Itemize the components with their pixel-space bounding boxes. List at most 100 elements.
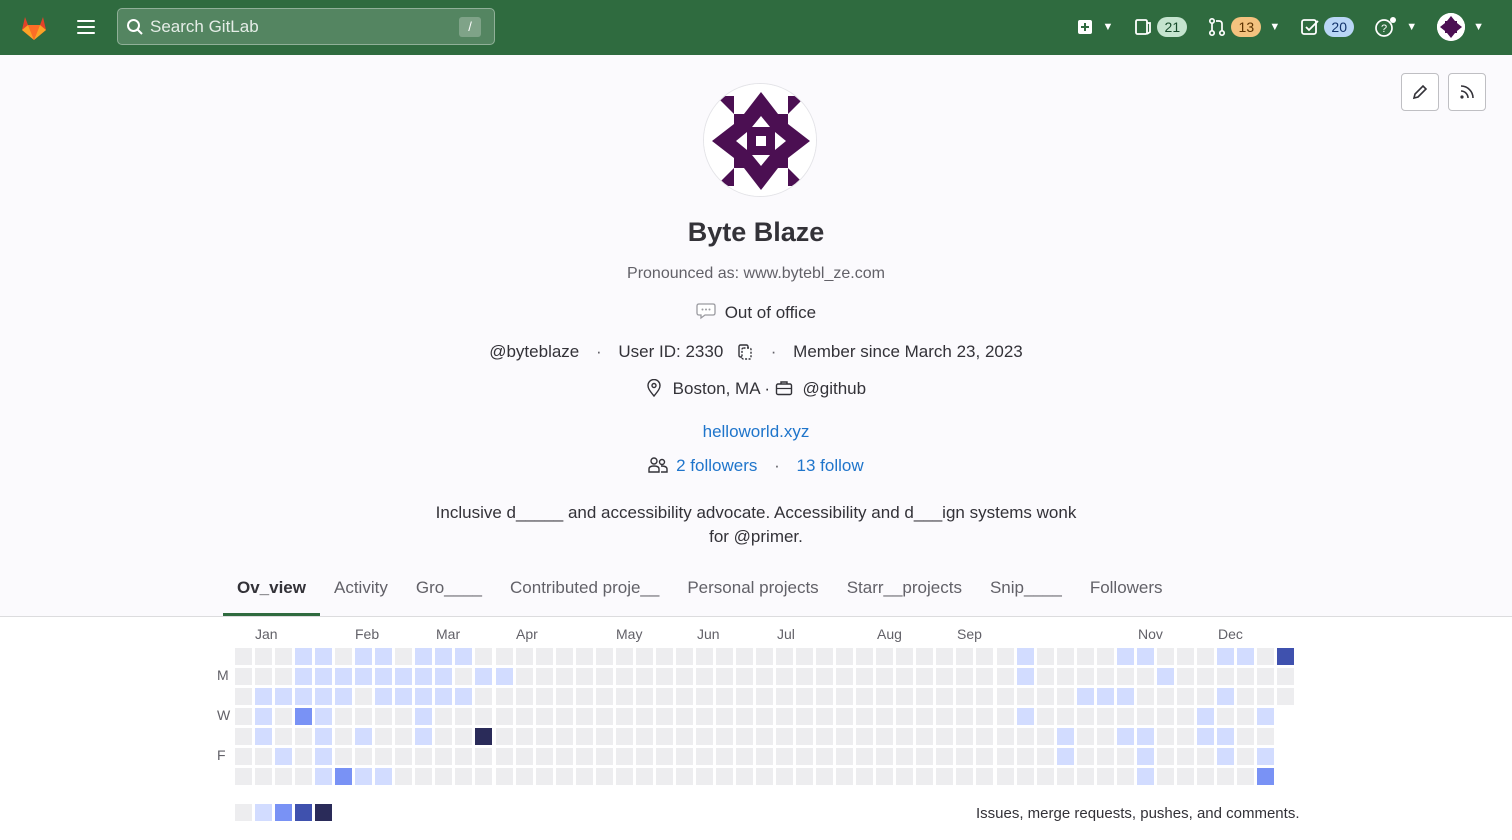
contribution-day-cell[interactable] [996,748,1014,765]
contribution-day-cell[interactable] [275,728,293,745]
contribution-day-cell[interactable] [856,688,874,705]
contribution-day-cell[interactable] [255,728,273,745]
contribution-day-cell[interactable] [335,768,353,785]
contribution-day-cell[interactable] [395,748,413,765]
tab-starred-projects[interactable]: Starr__projects [833,566,976,616]
contribution-day-cell[interactable] [956,688,974,705]
contribution-day-cell[interactable] [275,668,293,685]
contribution-day-cell[interactable] [255,768,273,785]
contribution-day-cell[interactable] [695,688,713,705]
contribution-day-cell[interactable] [315,708,333,725]
contribution-day-cell[interactable] [255,748,273,765]
contribution-day-cell[interactable] [756,648,774,665]
contribution-day-cell[interactable] [776,748,794,765]
contribution-day-cell[interactable] [956,668,974,685]
contribution-day-cell[interactable] [575,728,593,745]
contribution-day-cell[interactable] [595,748,613,765]
contribution-day-cell[interactable] [1257,648,1275,665]
contribution-day-cell[interactable] [956,768,974,785]
contribution-day-cell[interactable] [1257,728,1275,745]
contribution-day-cell[interactable] [856,708,874,725]
contribution-day-cell[interactable] [555,748,573,765]
contribution-day-cell[interactable] [1277,688,1295,705]
contribution-day-cell[interactable] [595,688,613,705]
contribution-day-cell[interactable] [295,688,313,705]
contribution-day-cell[interactable] [495,768,513,785]
contribution-day-cell[interactable] [1216,648,1234,665]
contribution-day-cell[interactable] [615,728,633,745]
contribution-day-cell[interactable] [235,648,252,665]
contribution-day-cell[interactable] [635,648,653,665]
contribution-day-cell[interactable] [475,748,493,765]
contribution-day-cell[interactable] [976,768,994,785]
contribution-day-cell[interactable] [1076,708,1094,725]
contribution-day-cell[interactable] [1237,648,1254,665]
contribution-day-cell[interactable] [375,728,393,745]
contribution-day-cell[interactable] [756,668,774,685]
contribution-day-cell[interactable] [1216,768,1234,785]
contribution-day-cell[interactable] [235,668,252,685]
contribution-day-cell[interactable] [435,748,453,765]
contribution-day-cell[interactable] [1136,708,1154,725]
contribution-day-cell[interactable] [355,668,373,685]
contribution-day-cell[interactable] [415,768,433,785]
contribution-day-cell[interactable] [996,708,1014,725]
contribution-day-cell[interactable] [1056,648,1074,665]
contribution-day-cell[interactable] [515,648,533,665]
contribution-day-cell[interactable] [736,668,753,685]
contribution-day-cell[interactable] [335,688,353,705]
contribution-day-cell[interactable] [1076,668,1094,685]
contribution-day-cell[interactable] [836,688,854,705]
contribution-day-cell[interactable] [976,668,994,685]
contribution-day-cell[interactable] [255,648,273,665]
contribution-day-cell[interactable] [936,668,954,685]
contribution-day-cell[interactable] [555,668,573,685]
contribution-day-cell[interactable] [776,668,794,685]
contribution-day-cell[interactable] [1016,648,1034,665]
edit-profile-button[interactable] [1401,73,1439,111]
contribution-day-cell[interactable] [255,688,273,705]
tab-overview[interactable]: Ov_view [223,566,320,616]
contribution-day-cell[interactable] [976,688,994,705]
contribution-day-cell[interactable] [1056,728,1074,745]
contribution-day-cell[interactable] [475,688,493,705]
contribution-day-cell[interactable] [235,728,252,745]
contribution-day-cell[interactable] [655,668,673,685]
contribution-day-cell[interactable] [796,728,814,745]
contribution-day-cell[interactable] [1036,768,1054,785]
contribution-day-cell[interactable] [395,688,413,705]
contribution-day-cell[interactable] [1196,748,1214,765]
followers-link[interactable]: 2 followers [676,456,757,475]
contribution-day-cell[interactable] [796,668,814,685]
contribution-day-cell[interactable] [575,768,593,785]
create-new-dropdown[interactable]: ▼ [1076,18,1113,36]
contribution-day-cell[interactable] [1237,708,1254,725]
contribution-day-cell[interactable] [1176,668,1194,685]
help-dropdown[interactable]: ? ▼ [1374,16,1417,38]
contribution-day-cell[interactable] [856,728,874,745]
contribution-day-cell[interactable] [695,728,713,745]
contribution-day-cell[interactable] [355,688,373,705]
contribution-day-cell[interactable] [335,728,353,745]
contribution-day-cell[interactable] [1016,768,1034,785]
contribution-day-cell[interactable] [876,688,894,705]
contribution-day-cell[interactable] [1176,648,1194,665]
contribution-day-cell[interactable] [1156,668,1174,685]
contribution-day-cell[interactable] [435,668,453,685]
contribution-day-cell[interactable] [375,768,393,785]
contribution-day-cell[interactable] [355,728,373,745]
contribution-day-cell[interactable] [736,768,753,785]
contribution-day-cell[interactable] [575,688,593,705]
contribution-day-cell[interactable] [675,728,693,745]
contribution-day-cell[interactable] [415,648,433,665]
contribution-day-cell[interactable] [756,768,774,785]
contribution-day-cell[interactable] [796,648,814,665]
contribution-day-cell[interactable] [515,728,533,745]
contribution-day-cell[interactable] [455,768,473,785]
contribution-day-cell[interactable] [475,708,493,725]
contribution-day-cell[interactable] [916,708,934,725]
contribution-day-cell[interactable] [455,728,473,745]
contribution-day-cell[interactable] [475,668,493,685]
contribution-day-cell[interactable] [555,768,573,785]
contribution-day-cell[interactable] [635,688,653,705]
